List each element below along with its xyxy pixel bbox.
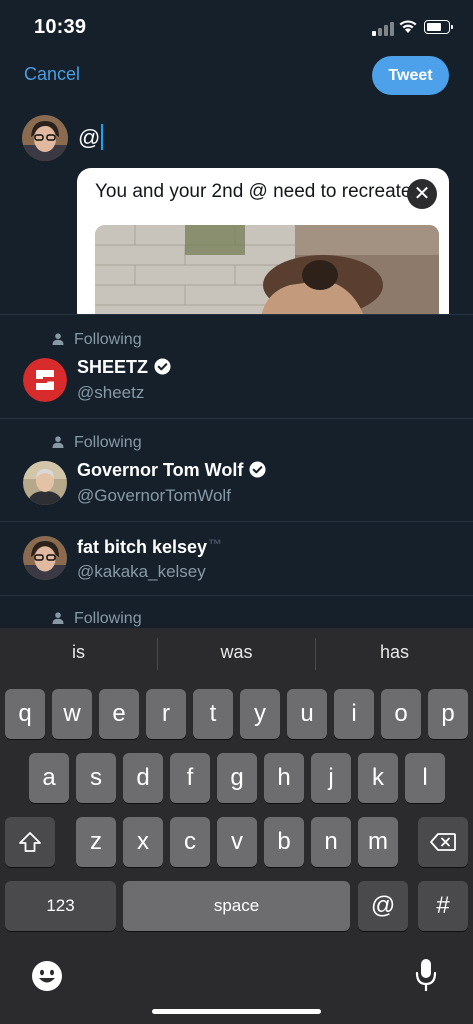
key-n[interactable]: n — [311, 817, 351, 867]
sheetz-avatar — [23, 358, 67, 402]
key-k[interactable]: k — [358, 753, 398, 803]
suggestion-row-kakaka-kelsey[interactable]: fat bitch kelsey™ @kakaka_kelsey — [0, 521, 473, 596]
person-icon — [52, 436, 64, 448]
key-y[interactable]: y — [240, 689, 280, 739]
suggestion-name: SHEETZ — [77, 357, 171, 378]
suggestion-handle: @sheetz — [77, 383, 145, 402]
key-a[interactable]: a — [29, 753, 69, 803]
hash-key[interactable]: # — [418, 881, 468, 931]
display-name: SHEETZ — [77, 357, 149, 377]
verified-badge-icon — [154, 358, 171, 375]
suggestion-name: Governor Tom Wolf — [77, 460, 266, 481]
following-indicator: Following — [52, 434, 142, 452]
following-label: Following — [74, 434, 142, 451]
key-v[interactable]: v — [217, 817, 257, 867]
key-z[interactable]: z — [76, 817, 116, 867]
key-j[interactable]: j — [311, 753, 351, 803]
key-r[interactable]: r — [146, 689, 186, 739]
following-indicator: Following — [52, 331, 142, 349]
at-key[interactable]: @ — [358, 881, 408, 931]
home-indicator[interactable] — [152, 1009, 321, 1014]
following-label: Following — [74, 331, 142, 348]
key-p[interactable]: p — [428, 689, 468, 739]
key-c[interactable]: c — [170, 817, 210, 867]
shift-key[interactable] — [5, 817, 55, 867]
quoted-tweet-image[interactable] — [95, 225, 439, 328]
battery-icon — [424, 20, 453, 34]
key-t[interactable]: t — [193, 689, 233, 739]
status-time: 10:39 — [34, 16, 87, 38]
compose-text: @ — [78, 125, 101, 150]
key-w[interactable]: w — [52, 689, 92, 739]
suggestion-row-governor-tom-wolf[interactable]: Following Governor Tom Wolf @GovernorTom… — [0, 418, 473, 522]
suggestion-handle: @GovernorTomWolf — [77, 486, 231, 505]
prediction-was[interactable]: was — [158, 642, 315, 663]
cancel-button[interactable]: Cancel — [24, 64, 80, 85]
tweet-button[interactable]: Tweet — [372, 56, 449, 95]
person-icon — [52, 333, 64, 345]
display-name: Governor Tom Wolf — [77, 460, 244, 480]
suggestion-name: fat bitch kelsey™ — [77, 536, 222, 558]
key-l[interactable]: l — [405, 753, 445, 803]
key-q[interactable]: q — [5, 689, 45, 739]
mention-suggestions-list: Following SHEETZ @sheetz Following Gover… — [0, 314, 473, 631]
numbers-key[interactable]: 123 — [5, 881, 116, 931]
suggestion-handle: @kakaka_kelsey — [77, 562, 206, 581]
following-indicator: Following — [52, 610, 142, 628]
key-f[interactable]: f — [170, 753, 210, 803]
text-caret — [101, 124, 104, 150]
compose-input[interactable]: @ — [78, 124, 104, 151]
key-s[interactable]: s — [76, 753, 116, 803]
governor-tom-wolf-avatar — [23, 461, 67, 505]
keyboard: is was has q w e r t y u i o p a s d f g… — [0, 628, 473, 1024]
emoji-icon[interactable] — [31, 960, 63, 992]
backspace-icon — [430, 833, 456, 851]
key-x[interactable]: x — [123, 817, 163, 867]
key-o[interactable]: o — [381, 689, 421, 739]
key-m[interactable]: m — [358, 817, 398, 867]
key-d[interactable]: d — [123, 753, 163, 803]
key-b[interactable]: b — [264, 817, 304, 867]
key-u[interactable]: u — [287, 689, 327, 739]
prediction-is[interactable]: is — [0, 642, 157, 663]
key-g[interactable]: g — [217, 753, 257, 803]
display-name: fat bitch kelsey — [77, 537, 208, 557]
verified-badge-icon — [249, 461, 266, 478]
wifi-icon — [399, 20, 417, 33]
kelsey-avatar — [23, 536, 67, 580]
shift-icon — [19, 832, 41, 852]
prediction-has[interactable]: has — [316, 642, 473, 663]
close-icon[interactable]: ✕ — [407, 179, 437, 209]
backspace-key[interactable] — [418, 817, 468, 867]
key-e[interactable]: e — [99, 689, 139, 739]
cellular-signal-icon — [372, 22, 394, 36]
name-suffix: ™ — [208, 536, 223, 552]
space-key[interactable]: space — [123, 881, 350, 931]
quoted-tweet-card[interactable]: You and your 2nd @ need to recreate ✕ — [77, 168, 449, 328]
suggestion-row-sheetz[interactable]: Following SHEETZ @sheetz — [0, 315, 473, 419]
microphone-icon[interactable] — [414, 958, 438, 994]
quoted-tweet-text: You and your 2nd @ need to recreate — [95, 181, 412, 202]
user-avatar[interactable] — [22, 115, 68, 161]
following-label: Following — [74, 610, 142, 627]
key-h[interactable]: h — [264, 753, 304, 803]
person-icon — [52, 612, 64, 624]
key-i[interactable]: i — [334, 689, 374, 739]
